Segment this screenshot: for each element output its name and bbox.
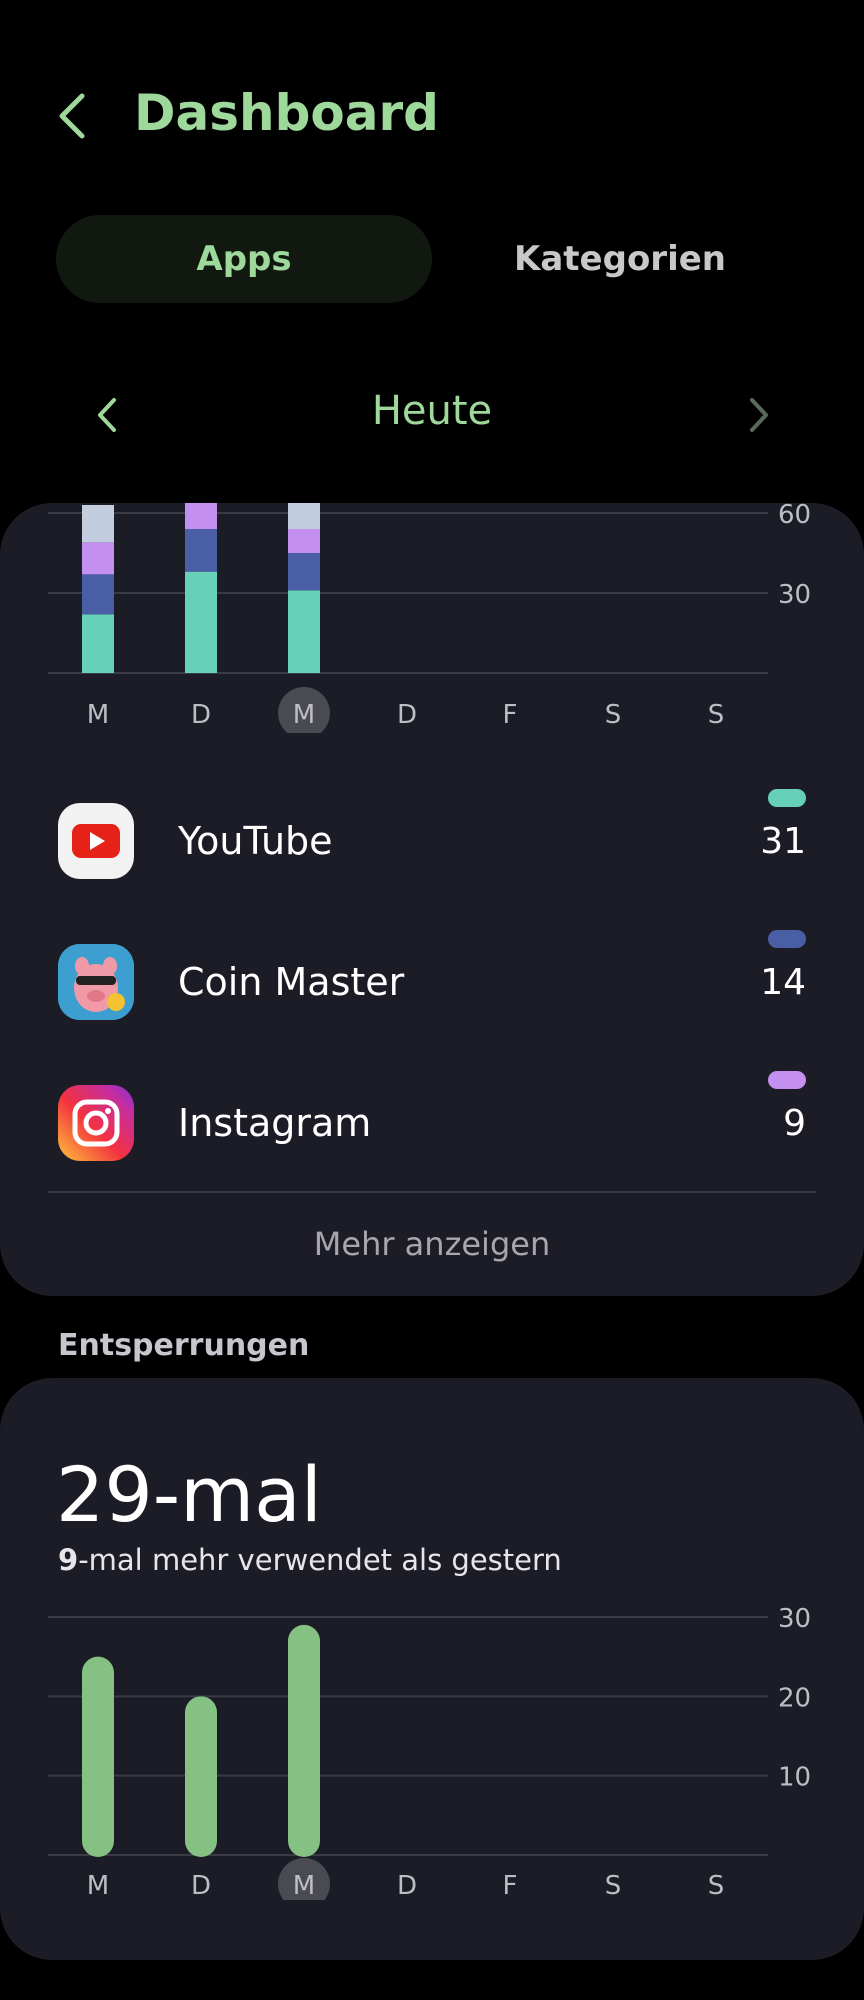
usage-bar-segment	[288, 503, 320, 529]
app-name: Coin Master	[178, 960, 405, 1004]
app-usage-value: 14	[760, 962, 806, 1003]
date-navigation: Heute	[0, 380, 864, 450]
tab-kategorien[interactable]: Kategorien	[432, 215, 808, 303]
app-row-coin-master[interactable]: Coin Master 14	[0, 922, 864, 1040]
back-button[interactable]	[52, 88, 100, 144]
app-name: Instagram	[178, 1101, 372, 1145]
x-tick-label: S	[708, 1871, 725, 1900]
x-tick-label: S	[708, 700, 725, 730]
instagram-icon	[58, 1085, 134, 1161]
instagram-color-swatch	[768, 1071, 806, 1089]
app-row-youtube[interactable]: YouTube 31	[0, 781, 864, 899]
y-tick-label: 30	[778, 580, 811, 610]
x-tick-label: F	[503, 1871, 518, 1900]
app-usage-card: 30 60 M D M D F S S YouTube 31 Coin Master	[0, 503, 864, 1296]
y-tick-label: 10	[778, 1763, 811, 1793]
coin-master-icon	[58, 944, 134, 1020]
y-tick-label: 30	[778, 1604, 811, 1634]
usage-bar-segment	[185, 571, 217, 673]
youtube-icon	[58, 803, 134, 879]
usage-bar-segment	[185, 503, 217, 529]
x-tick-label: D	[191, 700, 211, 730]
unlock-comparison: 9-mal mehr verwendet als gestern	[58, 1543, 562, 1577]
y-tick-label: 20	[778, 1683, 811, 1713]
app-usage-value: 31	[760, 821, 806, 862]
unlocks-chart: 10 20 30 M D M D F S S	[48, 1604, 811, 1900]
x-tick-label: M	[87, 700, 109, 730]
unlock-bar	[185, 1696, 217, 1857]
usage-bar-segment	[185, 529, 217, 572]
chevron-left-icon	[59, 93, 85, 139]
y-tick-label: 60	[778, 503, 811, 530]
date-label: Heute	[371, 388, 493, 434]
next-day-button[interactable]	[740, 392, 776, 438]
unlocks-section-label: Entsperrungen	[58, 1328, 310, 1363]
unlock-count: 29-mal	[56, 1450, 322, 1539]
x-tick-label: S	[605, 700, 622, 730]
youtube-color-swatch	[768, 789, 806, 807]
usage-bar-segment	[82, 614, 114, 673]
coin-master-color-swatch	[768, 930, 806, 948]
usage-bar-segment	[82, 574, 114, 615]
usage-bar-segment	[288, 529, 320, 553]
app-usage-chart: 30 60 M D M D F S S	[48, 503, 811, 733]
divider	[48, 1191, 816, 1193]
usage-bar-segment	[288, 590, 320, 673]
x-tick-label: M	[87, 1871, 109, 1900]
app-name: YouTube	[178, 819, 333, 863]
unlock-bar	[288, 1624, 320, 1857]
usage-bar-segment	[82, 542, 114, 575]
chevron-right-icon	[750, 398, 768, 432]
header: Dashboard	[0, 0, 864, 200]
page-title: Dashboard	[134, 84, 439, 142]
usage-bar-segment	[288, 553, 320, 591]
tab-apps[interactable]: Apps	[56, 215, 432, 303]
x-tick-label: F	[503, 700, 518, 730]
x-tick-label: D	[397, 1871, 417, 1900]
unlock-comparison-text: -mal mehr verwendet als gestern	[78, 1543, 562, 1577]
tab-bar: Apps Kategorien	[56, 215, 808, 303]
app-usage-value: 9	[783, 1103, 806, 1144]
x-tick-label: M	[293, 700, 315, 730]
app-row-instagram[interactable]: Instagram 9	[0, 1063, 864, 1181]
usage-bar-segment	[82, 505, 114, 543]
unlock-comparison-number: 9	[58, 1543, 79, 1577]
show-more-link[interactable]: Mehr anzeigen	[0, 1225, 864, 1263]
x-tick-label: D	[191, 1871, 211, 1900]
x-tick-label: S	[605, 1871, 622, 1900]
x-tick-label: M	[293, 1871, 315, 1900]
unlock-bar	[82, 1656, 114, 1857]
x-tick-label: D	[397, 700, 417, 730]
